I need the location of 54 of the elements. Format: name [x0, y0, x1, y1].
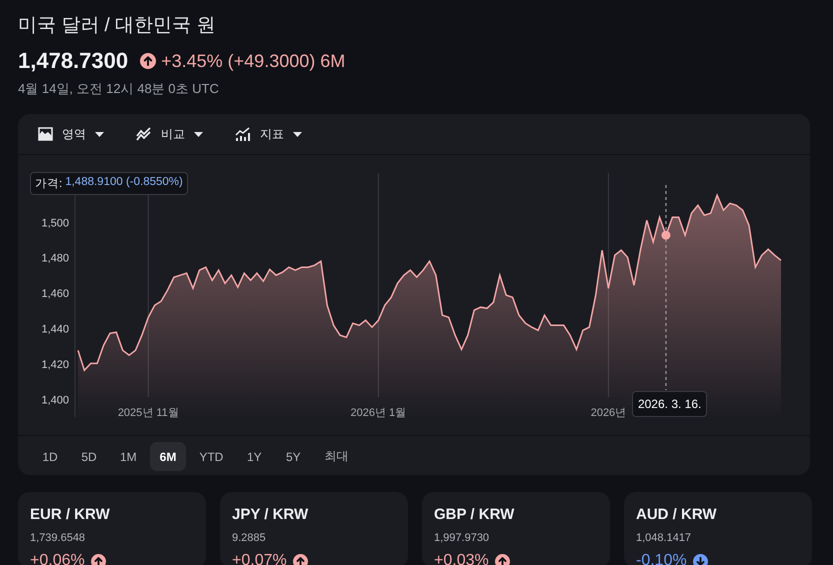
axis-label: 1,440	[41, 323, 69, 336]
tooltip-value: 1,488.9100 (-0.8550%)	[65, 176, 183, 190]
currency-card[interactable]: GBP / KRW 1,997.9730 +0.03%	[422, 492, 610, 565]
caret-icon	[194, 132, 203, 136]
currency-card[interactable]: AUD / KRW 1,048.1417 -0.10%	[624, 492, 812, 565]
range-tab[interactable]: 5Y	[275, 442, 312, 471]
axis-label: 1,500	[41, 217, 69, 230]
pair-rate: 1,997.9730	[434, 532, 490, 544]
range-tab[interactable]: 1Y	[236, 442, 272, 471]
currency-card[interactable]: JPY / KRW 9.2885 +0.07%	[220, 492, 408, 565]
down-arrow-icon	[692, 554, 708, 565]
axis-label: 1,420	[41, 358, 69, 371]
axis-label: 1,460	[41, 288, 69, 300]
up-arrow-icon	[292, 554, 308, 565]
pair-rate: 1,739.6548	[30, 532, 86, 544]
pair-name: GBP / KRW	[434, 506, 514, 523]
page-title: 미국 달러 / 대한민국 원	[18, 14, 216, 38]
tooltip-label: 가격:	[35, 177, 62, 191]
range-tab[interactable]: 5D	[71, 442, 107, 471]
pair-change: +0.07%	[232, 552, 287, 565]
pair-name: AUD / KRW	[636, 506, 717, 523]
pair-rate: 9.2885	[232, 532, 266, 544]
price: 1,478.7300	[18, 48, 128, 74]
price-change: +3.45% (+49.3000) 6M	[161, 50, 346, 72]
caret-icon	[293, 132, 302, 136]
axis-label: 1,400	[41, 394, 69, 406]
pair-name: EUR / KRW	[30, 506, 110, 523]
compare-lines-icon	[136, 127, 152, 141]
bar-chart-icon	[235, 127, 251, 141]
pair-name: JPY / KRW	[232, 506, 308, 523]
timestamp: 4월 14일, 오전 12시 48분 0초 UTC	[18, 81, 219, 96]
axis-label: 2026년 1월	[350, 407, 406, 419]
range-tab[interactable]: 최대	[314, 442, 358, 471]
toolbar-dropdown[interactable]: 비교	[126, 122, 213, 146]
toolbar-dropdown[interactable]: 영역	[28, 122, 114, 146]
axis-label: 1,480	[41, 252, 69, 265]
range-tab[interactable]: 1M	[110, 442, 147, 471]
pair-rate: 1,048.1417	[636, 532, 692, 544]
axis-label: 2026년	[590, 407, 626, 419]
range-tab[interactable]: 1D	[32, 442, 68, 471]
pair-change: +0.03%	[434, 552, 489, 565]
currency-card[interactable]: EUR / KRW 1,739.6548 +0.06%	[18, 492, 206, 565]
axis-label: 2025년 11월	[118, 407, 179, 419]
pair-change: -0.10%	[636, 552, 687, 565]
toolbar-dropdown[interactable]: 지표	[225, 122, 312, 146]
range-tab[interactable]: 6M	[150, 442, 186, 471]
area-chart-icon	[38, 127, 53, 141]
caret-icon	[95, 132, 104, 136]
up-arrow-icon	[90, 554, 106, 565]
pair-change: +0.06%	[30, 552, 85, 565]
date-tooltip: 2026. 3. 16.	[632, 391, 708, 417]
range-tab[interactable]: YTD	[189, 442, 234, 471]
hover-marker	[661, 230, 670, 240]
up-arrow-icon	[494, 554, 510, 565]
